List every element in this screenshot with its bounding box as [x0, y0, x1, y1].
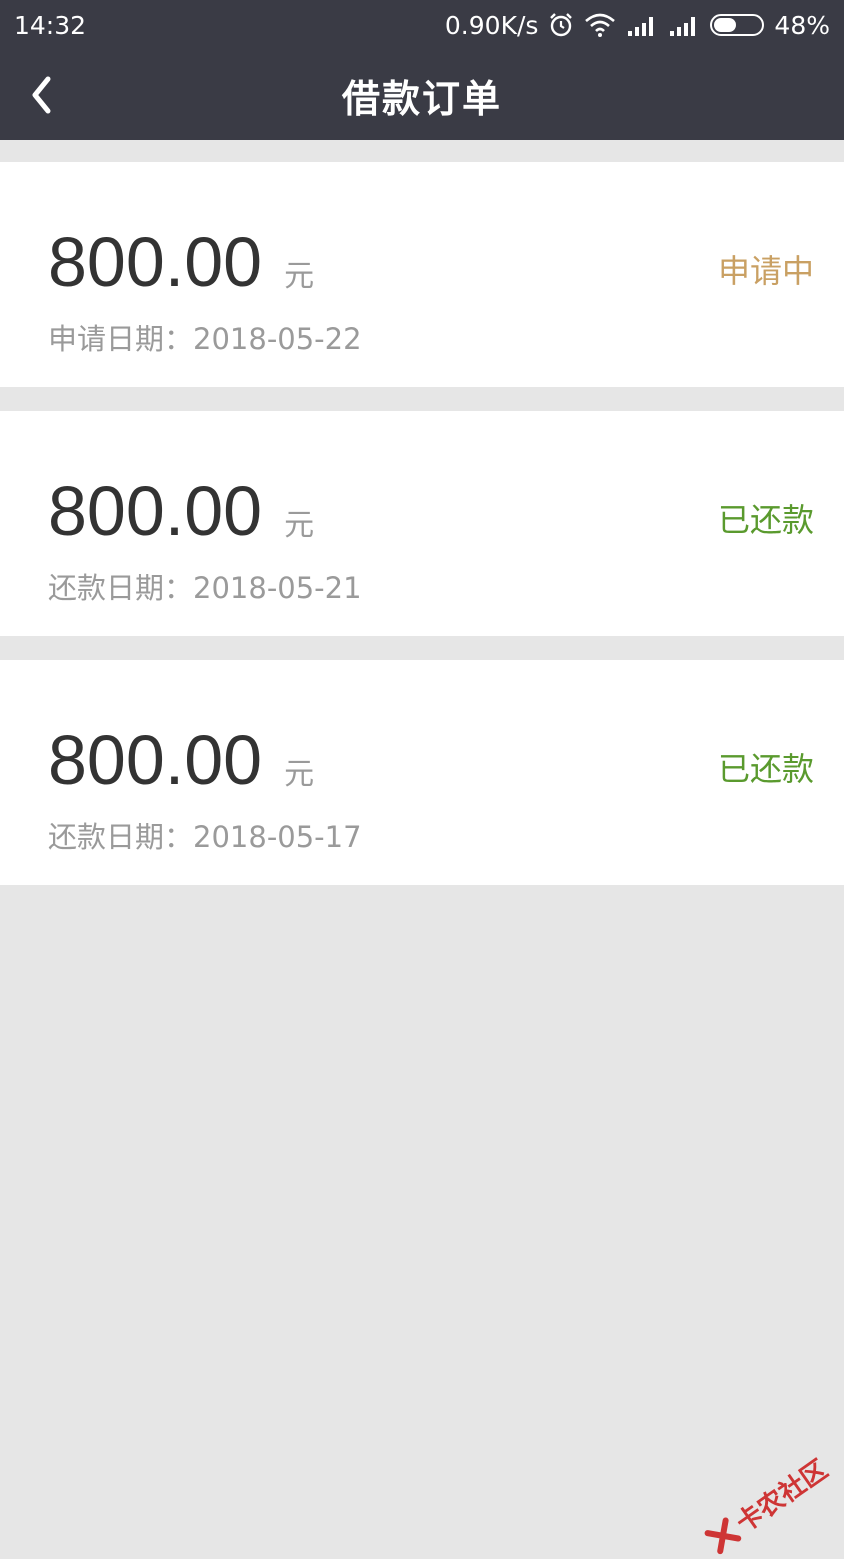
battery-percent: 48%	[774, 10, 830, 40]
order-amount: 800.00	[48, 721, 263, 799]
signal-icon-1	[626, 13, 658, 37]
order-status: 已还款	[717, 501, 814, 539]
order-card[interactable]: 800.00 元 还款日期：2018-05-17 已还款	[0, 660, 844, 885]
alarm-icon	[548, 12, 574, 38]
status-indicators: 0.90K/s 48%	[445, 11, 830, 40]
order-card[interactable]: 800.00 元 申请日期：2018-05-22 申请中	[0, 162, 844, 387]
status-time: 14:32	[14, 10, 87, 40]
order-date: 2018-05-17	[193, 820, 362, 854]
order-date: 2018-05-21	[193, 571, 362, 605]
date-label: 还款日期：	[48, 571, 194, 605]
order-date-line: 还款日期：2018-05-21	[48, 565, 362, 607]
amount-row: 800.00 元	[48, 222, 314, 302]
net-speed: 0.90K/s	[444, 10, 539, 40]
currency-unit: 元	[284, 508, 315, 543]
date-label: 申请日期：	[48, 322, 194, 356]
order-list: 800.00 元 申请日期：2018-05-22 申请中 800.00 元 还款…	[0, 162, 844, 909]
wifi-icon	[584, 13, 616, 37]
battery-fill	[714, 18, 737, 32]
order-date-line: 申请日期：2018-05-22	[48, 316, 362, 358]
order-amount: 800.00	[48, 472, 263, 550]
page-title: 借款订单	[341, 76, 502, 121]
date-label: 还款日期：	[48, 820, 194, 854]
amount-row: 800.00 元	[48, 471, 314, 551]
watermark: 卡农社区	[700, 1450, 834, 1559]
currency-unit: 元	[284, 757, 315, 792]
order-status: 已还款	[717, 750, 814, 788]
battery-icon	[710, 14, 765, 36]
currency-unit: 元	[284, 259, 315, 294]
order-date: 2018-05-22	[193, 322, 362, 356]
watermark-text: 卡农社区	[731, 1454, 834, 1539]
order-status: 申请中	[717, 252, 814, 290]
order-card[interactable]: 800.00 元 还款日期：2018-05-21 已还款	[0, 411, 844, 636]
nav-bar: 借款订单	[0, 50, 844, 140]
order-date-line: 还款日期：2018-05-17	[48, 814, 362, 856]
status-bar: 14:32 0.90K/s 48%	[0, 0, 844, 50]
order-amount: 800.00	[48, 223, 263, 301]
signal-icon-2	[668, 13, 700, 37]
amount-row: 800.00 元	[48, 720, 314, 800]
